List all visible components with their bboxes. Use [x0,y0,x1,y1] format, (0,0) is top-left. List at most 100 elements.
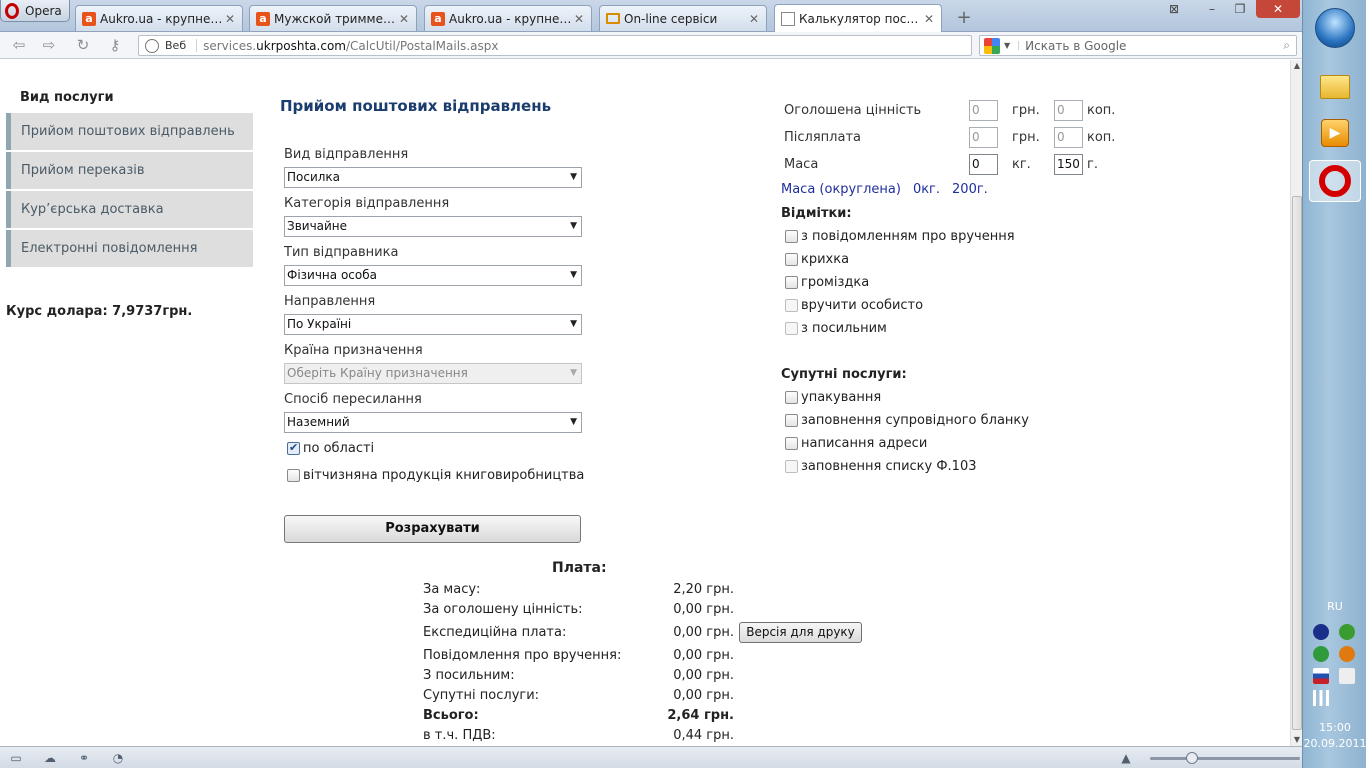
close-tab-icon[interactable]: ✕ [224,12,236,26]
tab-calculator[interactable]: Калькулятор послуг ✕ [774,4,942,32]
tab-aukro-3[interactable]: a Aukro.ua - крупнейши... ✕ [424,5,592,31]
nav-item-postal-items[interactable]: Прийом поштових відправлень [6,113,253,150]
opera-unite-icon[interactable]: ⚭ [76,751,92,765]
zoom-menu-icon[interactable]: ▲ [1118,751,1134,765]
page-content: Вид послуги Прийом поштових відправлень … [0,60,1290,746]
mark-label: з посильним [801,321,887,336]
sender-type-select[interactable]: Фізична особа ▼ [284,265,582,286]
bluetooth-icon[interactable] [1313,624,1329,640]
network-signal-icon[interactable] [1313,690,1329,706]
panel-toggle-icon[interactable]: ▭ [8,751,24,765]
books-checkbox[interactable] [287,469,300,482]
search-icon[interactable]: ⌕ [1283,38,1290,53]
close-tab-icon[interactable]: ✕ [573,12,585,26]
search-field[interactable]: ▼ Искать в Google ⌕ [979,35,1297,56]
chevron-down-icon: ▼ [570,221,577,231]
tab-online-services[interactable]: On-line сервіси ✕ [599,5,767,31]
service-packing-checkbox[interactable] [785,391,798,404]
services-header: Супутні послуги: [781,367,907,382]
page-scrollbar[interactable]: ▲ ▼ [1290,60,1302,746]
system-clock[interactable]: 15:00 20.09.2011 [1303,720,1366,752]
explorer-taskbar-button[interactable] [1309,66,1361,108]
service-address-checkbox[interactable] [785,437,798,450]
media-player-taskbar-button[interactable]: ▶ [1309,112,1361,154]
region-checkbox[interactable] [287,441,300,455]
payment-row-value: 0,00 грн. [673,625,734,640]
direction-select[interactable]: По Україні ▼ [284,314,582,335]
nav-item-transfers[interactable]: Прийом переказів [6,152,253,189]
opera-taskbar-button[interactable] [1309,160,1361,202]
safely-remove-icon[interactable] [1339,668,1355,684]
restore-icon[interactable]: ❐ [1226,0,1254,18]
google-icon[interactable] [984,37,1000,54]
tab-aukro-1[interactable]: a Aukro.ua - крупнейши... ✕ [75,5,243,31]
close-window-icon[interactable]: ✕ [1256,0,1300,18]
mark-label: вручити особисто [801,298,924,313]
mark-bulky-checkbox[interactable] [785,276,798,289]
zoom-slider-knob[interactable] [1186,752,1198,764]
tab-list-icon[interactable]: ⊠ [1160,0,1188,18]
close-tab-icon[interactable]: ✕ [923,12,935,26]
delivery-method-select[interactable]: Наземний ▼ [284,412,582,433]
mass-kg-input[interactable]: 0 [969,154,998,175]
opera-logo-icon [5,2,19,19]
payment-row-label: За оголошену цінність: [423,602,583,617]
mark-delivery-notice-checkbox[interactable] [785,230,798,243]
mark-label: з повідомленням про вручення [801,229,1015,244]
aukro-icon: a [431,11,445,26]
field-label: Тип відправника [284,245,399,260]
url-text[interactable]: services.ukrposhta.com/CalcUtil/PostalMa… [203,39,498,53]
declared-value-kop-input[interactable]: 0 [1054,100,1083,121]
language-indicator[interactable]: RU [1303,600,1366,613]
shipment-type-select[interactable]: Посилка ▼ [284,167,582,188]
icq-icon[interactable] [1339,624,1355,640]
back-icon[interactable]: ⇦ [8,36,30,54]
reload-icon[interactable]: ↻ [72,36,94,54]
speed-icon[interactable]: ◔ [110,751,126,765]
payment-row-label: Експедиційна плата: [423,625,567,640]
service-f103-checkbox [785,460,798,473]
opera-menu-button[interactable]: Opera [0,0,70,22]
forward-icon[interactable]: ⇨ [38,36,60,54]
minimize-icon[interactable]: – [1198,0,1226,18]
opera-link-icon[interactable]: ☁ [42,751,58,765]
mass-g-input[interactable]: 150 [1054,154,1083,175]
chevron-down-icon[interactable]: ▼ [1004,41,1020,50]
close-tab-icon[interactable]: ✕ [398,12,410,26]
tab-title: Aukro.ua - крупнейши... [100,11,224,26]
service-form-fill-checkbox[interactable] [785,414,798,427]
service-label: написання адреси [801,436,928,451]
cod-uah-input[interactable]: 0 [969,127,998,148]
zoom-slider[interactable] [1150,757,1300,760]
tab-title: Мужской триммер (г... [274,11,398,26]
payment-row-value: 0,00 грн. [673,602,734,617]
print-version-button[interactable]: Версія для друку [739,622,862,643]
nav-item-electronic[interactable]: Електронні повідомлення [6,230,253,267]
unit-kop: коп. [1087,103,1116,118]
wand-key-icon[interactable]: ⚷ [104,36,126,54]
mark-label: громіздка [801,275,870,290]
payment-row-label: в т.ч. ПДВ: [423,728,496,743]
payment-header: Плата: [552,560,607,576]
windows-start-icon[interactable] [1315,8,1355,48]
cod-kop-input[interactable]: 0 [1054,127,1083,148]
mark-fragile-checkbox[interactable] [785,253,798,266]
region-checkbox-label: по області [303,441,375,456]
calculate-button[interactable]: Розрахувати [284,515,581,543]
keyboard-layout-icon[interactable] [1313,668,1329,684]
utorrent-icon[interactable] [1313,646,1329,662]
new-tab-icon[interactable]: + [956,7,972,28]
shipment-category-select[interactable]: Звичайне ▼ [284,216,582,237]
nav-item-courier[interactable]: Кур’єрська доставка [6,191,253,228]
cod-label: Післяплата [784,130,861,145]
unit-kg: кг. [1012,157,1031,172]
nav-header: Вид послуги [20,90,114,105]
antivirus-icon[interactable] [1339,646,1355,662]
close-tab-icon[interactable]: ✕ [748,12,760,26]
opera-menu-label: Opera [25,3,62,18]
declared-value-uah-input[interactable]: 0 [969,100,998,121]
tab-aukro-2[interactable]: a Мужской триммер (г... ✕ [249,5,417,31]
scrollbar-thumb[interactable] [1292,196,1302,730]
address-field[interactable]: Веб services.ukrposhta.com/CalcUtil/Post… [138,35,972,56]
payment-row-label: Повідомлення про вручення: [423,648,622,663]
